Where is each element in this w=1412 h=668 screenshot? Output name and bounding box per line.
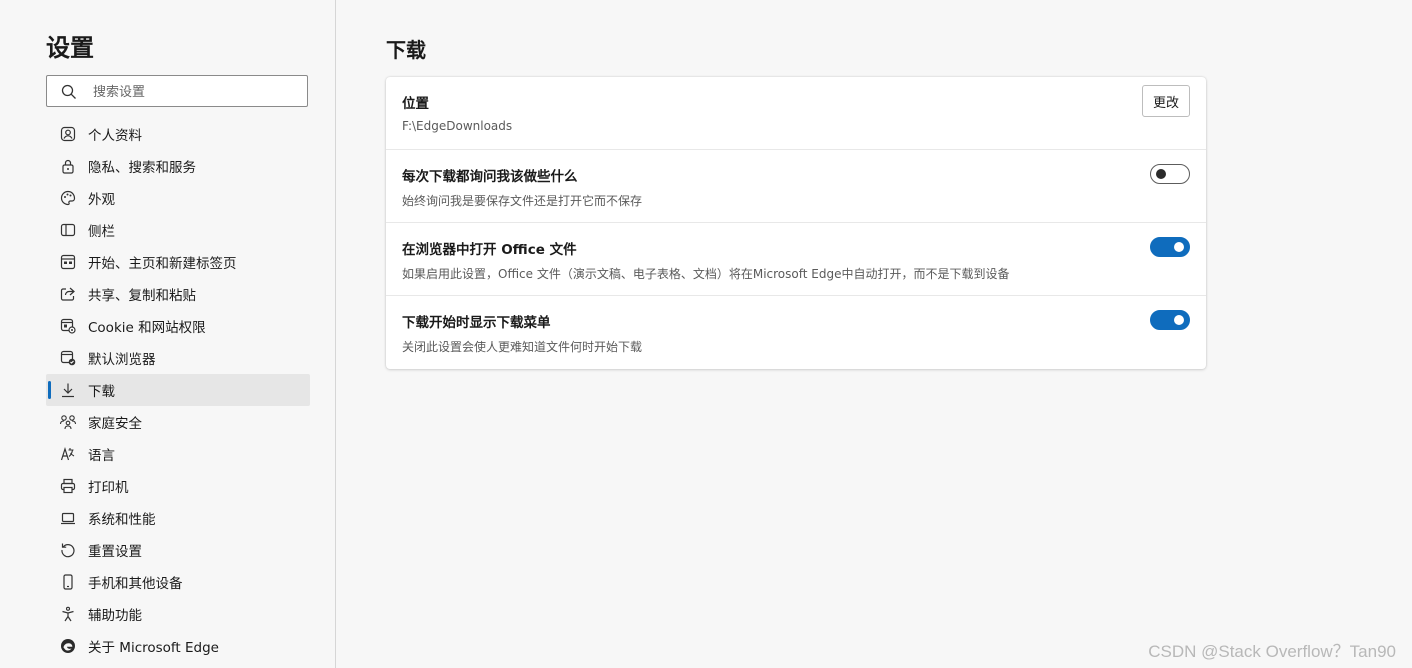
page-title: 下载 xyxy=(386,38,426,62)
edge-logo-icon xyxy=(59,637,77,655)
share-icon xyxy=(59,285,77,303)
sidebar-item-system[interactable]: 系统和性能 xyxy=(46,502,310,534)
language-icon xyxy=(59,445,77,463)
sidebar-item-label: 语言 xyxy=(88,448,115,464)
sidebar-item-label: 家庭安全 xyxy=(88,416,142,432)
downloads-settings-card: 位置 F:\EdgeDownloads 更改 每次下载都询问我该做些什么 始终询… xyxy=(386,77,1206,369)
ask-each-download-toggle[interactable] xyxy=(1150,164,1190,184)
sidebar-item-label: 打印机 xyxy=(88,480,129,496)
sidebar-item-label: 手机和其他设备 xyxy=(88,576,183,592)
setting-row-location: 位置 F:\EdgeDownloads 更改 xyxy=(386,77,1206,150)
setting-title: 位置 xyxy=(402,96,429,112)
sidebar-item-default-browser[interactable]: 默认浏览器 xyxy=(46,342,310,374)
sidebar-item-cookies[interactable]: Cookie 和网站权限 xyxy=(46,310,310,342)
palette-icon xyxy=(59,189,77,207)
download-path: F:\EdgeDownloads xyxy=(402,119,513,133)
toggle-knob xyxy=(1174,315,1184,325)
sidebar-item-label: 辅助功能 xyxy=(88,608,142,624)
sidebar-item-downloads[interactable]: 下载 xyxy=(46,374,310,406)
setting-description: 关闭此设置会使人更难知道文件何时开始下载 xyxy=(402,340,643,354)
toggle-knob xyxy=(1156,169,1166,179)
sidebar-icon xyxy=(59,221,77,239)
sidebar-item-label: 侧栏 xyxy=(88,224,115,240)
sidebar-item-label: 默认浏览器 xyxy=(88,352,156,368)
phone-icon xyxy=(59,573,77,591)
sidebar-item-about[interactable]: 关于 Microsoft Edge xyxy=(46,630,310,662)
setting-row-ask-each-download: 每次下载都询问我该做些什么 始终询问我是要保存文件还是打开它而不保存 xyxy=(386,150,1206,223)
watermark: CSDN @Stack Overflow？Tan90 xyxy=(1148,642,1396,661)
profile-icon xyxy=(59,125,77,143)
setting-title: 在浏览器中打开 Office 文件 xyxy=(402,242,577,258)
accessibility-icon xyxy=(59,605,77,623)
sidebar-item-appearance[interactable]: 外观 xyxy=(46,182,310,214)
sidebar-item-privacy[interactable]: 隐私、搜索和服务 xyxy=(46,150,310,182)
sidebar-item-phone[interactable]: 手机和其他设备 xyxy=(46,566,310,598)
search-box[interactable] xyxy=(46,75,308,107)
settings-nav: 个人资料 隐私、搜索和服务 外观 侧栏 开始、主页和新建标签页 共享、复制和粘贴… xyxy=(46,118,310,662)
lock-icon xyxy=(59,157,77,175)
search-icon xyxy=(61,84,77,100)
sidebar-item-label: 重置设置 xyxy=(88,544,142,560)
search-input[interactable] xyxy=(91,80,295,104)
reset-icon xyxy=(59,541,77,559)
sidebar-item-label: Cookie 和网站权限 xyxy=(88,320,206,336)
sidebar-item-label: 下载 xyxy=(88,384,115,400)
sidebar-item-label: 关于 Microsoft Edge xyxy=(88,640,219,656)
sidebar-item-label: 外观 xyxy=(88,192,115,208)
open-office-files-toggle[interactable] xyxy=(1150,237,1190,257)
sidebar-item-share[interactable]: 共享、复制和粘贴 xyxy=(46,278,310,310)
site-permissions-icon xyxy=(59,317,77,335)
setting-row-show-downloads-menu: 下载开始时显示下载菜单 关闭此设置会使人更难知道文件何时开始下载 xyxy=(386,296,1206,369)
change-location-button[interactable]: 更改 xyxy=(1142,85,1190,117)
setting-title: 每次下载都询问我该做些什么 xyxy=(402,169,578,185)
setting-description: 始终询问我是要保存文件还是打开它而不保存 xyxy=(402,194,643,208)
laptop-icon xyxy=(59,509,77,527)
download-icon xyxy=(59,381,77,399)
setting-description: 如果启用此设置，Office 文件（演示文稿、电子表格、文档）将在Microso… xyxy=(402,267,1010,281)
sidebar-item-accessibility[interactable]: 辅助功能 xyxy=(46,598,310,630)
settings-sidebar: 设置 个人资料 隐私、搜索和服务 外观 xyxy=(0,0,336,668)
sidebar-item-label: 系统和性能 xyxy=(88,512,156,528)
sidebar-item-language[interactable]: 语言 xyxy=(46,438,310,470)
show-downloads-menu-toggle[interactable] xyxy=(1150,310,1190,330)
sidebar-item-profile[interactable]: 个人资料 xyxy=(46,118,310,150)
printer-icon xyxy=(59,477,77,495)
toggle-knob xyxy=(1174,242,1184,252)
default-browser-icon xyxy=(59,349,77,367)
sidebar-item-label: 共享、复制和粘贴 xyxy=(88,288,196,304)
sidebar-item-label: 开始、主页和新建标签页 xyxy=(88,256,237,272)
sidebar-item-family[interactable]: 家庭安全 xyxy=(46,406,310,438)
home-grid-icon xyxy=(59,253,77,271)
sidebar-item-printers[interactable]: 打印机 xyxy=(46,470,310,502)
setting-row-open-office-files: 在浏览器中打开 Office 文件 如果启用此设置，Office 文件（演示文稿… xyxy=(386,223,1206,296)
sidebar-item-sidebar[interactable]: 侧栏 xyxy=(46,214,310,246)
family-icon xyxy=(59,413,77,431)
setting-title: 下载开始时显示下载菜单 xyxy=(402,315,551,331)
sidebar-item-start-home[interactable]: 开始、主页和新建标签页 xyxy=(46,246,310,278)
sidebar-item-label: 隐私、搜索和服务 xyxy=(88,160,196,176)
sidebar-title: 设置 xyxy=(46,34,94,62)
sidebar-item-label: 个人资料 xyxy=(88,128,142,144)
sidebar-item-reset[interactable]: 重置设置 xyxy=(46,534,310,566)
